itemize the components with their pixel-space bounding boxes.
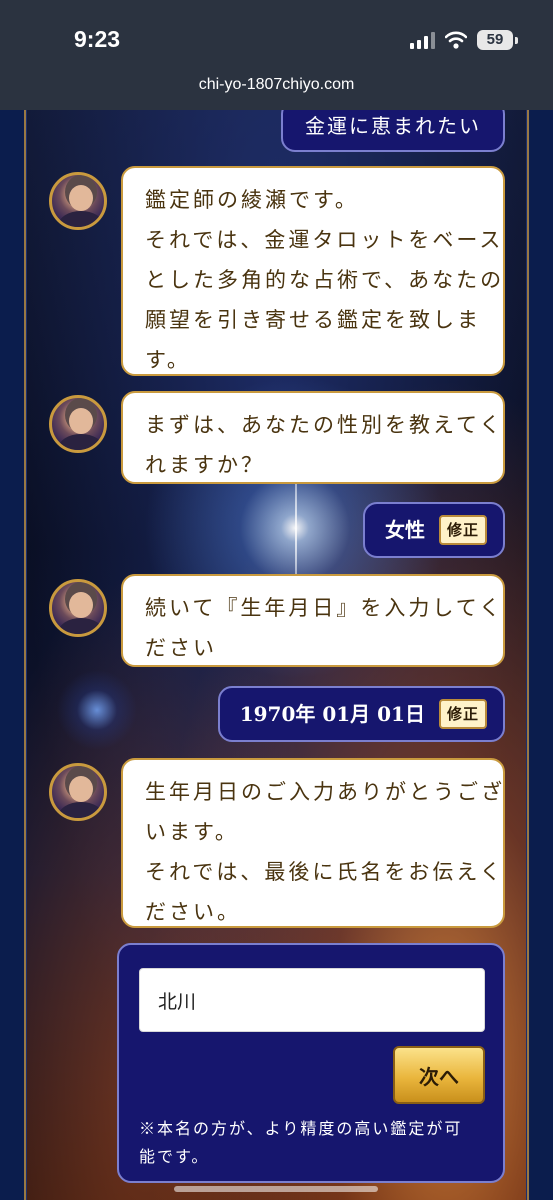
- fortune-teller-avatar: [49, 579, 107, 637]
- user-reply-gender: 女性 修正: [362, 502, 505, 558]
- bot-message-line: れますか？: [145, 453, 265, 477]
- bot-message-line: す。: [145, 348, 191, 372]
- bot-message-line: ださい: [145, 636, 217, 660]
- bot-message-line: 鑑定師の綾瀬です。: [145, 188, 359, 212]
- name-input-panel: 次へ ※本名の方が、より精度の高い鑑定が可 能です。: [117, 943, 505, 1183]
- browser-top-bar: 9:23 59 chi-yo-1807chiyo.com: [0, 0, 553, 110]
- bot-message: 鑑定師の綾瀬です。 それでは、金運タロットをベース とした多角的な占術で、あなた…: [121, 166, 505, 376]
- note-line: ※本名の方が、より精度の高い鑑定が可: [139, 1119, 463, 1138]
- battery-icon: 59: [477, 30, 518, 50]
- fortune-teller-avatar: [49, 395, 107, 453]
- real-name-note: ※本名の方が、より精度の高い鑑定が可 能です。: [139, 1115, 485, 1171]
- bot-message: 生年月日のご入力ありがとうござ います。 それでは、最後に氏名をお伝えく ださい…: [121, 758, 505, 928]
- edit-gender-button[interactable]: 修正: [438, 515, 487, 545]
- left-frame-border: [24, 110, 26, 1200]
- home-indicator[interactable]: [174, 1186, 378, 1192]
- bot-message-line: ださい。: [145, 900, 241, 924]
- user-reply-gender-text: 女性: [384, 518, 425, 542]
- name-input[interactable]: [139, 968, 485, 1032]
- bot-message: 続いて『生年月日』を入力してく ださい: [121, 574, 505, 667]
- fortune-teller-avatar: [49, 172, 107, 230]
- note-line: 能です。: [139, 1147, 210, 1166]
- bot-message-line: とした多角的な占術で、あなたの: [145, 268, 505, 292]
- user-reply-birthdate-text: 1970年 01月 01日: [239, 702, 425, 726]
- fortune-teller-avatar: [49, 763, 107, 821]
- user-reply-birthdate: 1970年 01月 01日 修正: [217, 686, 505, 742]
- right-frame-border: [527, 110, 529, 1200]
- status-time: 9:23: [74, 26, 121, 52]
- bot-message-line: それでは、最後に氏名をお伝えく: [145, 860, 504, 884]
- bot-message: まずは、あなたの性別を教えてく れますか？: [121, 391, 505, 484]
- bot-message-line: まずは、あなたの性別を教えてく: [145, 413, 504, 437]
- next-button[interactable]: 次へ: [393, 1046, 485, 1104]
- status-icons: 59: [410, 30, 518, 50]
- bot-message-line: それでは、金運タロットをベース: [145, 228, 504, 252]
- cellular-signal-icon: [410, 31, 435, 49]
- wifi-icon: [445, 31, 467, 49]
- address-bar-url[interactable]: chi-yo-1807chiyo.com: [0, 76, 553, 94]
- bot-message-line: います。: [145, 820, 239, 844]
- bot-message-line: 願望を引き寄せる鑑定を致しま: [145, 308, 481, 332]
- edit-birthdate-button[interactable]: 修正: [438, 699, 487, 729]
- bot-message-line: 生年月日のご入力ありがとうござ: [145, 780, 505, 804]
- bot-message-line: 続いて『生年月日』を入力してく: [145, 596, 504, 620]
